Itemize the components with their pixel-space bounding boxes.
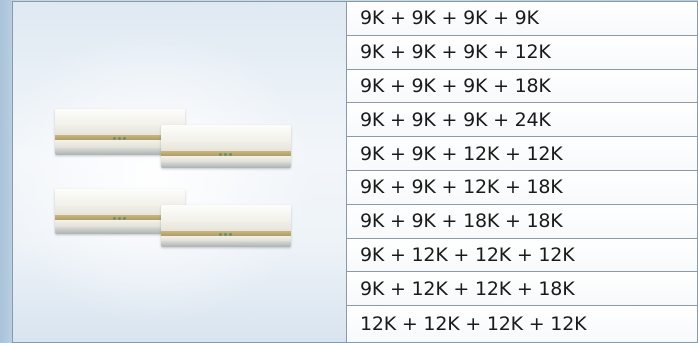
combination-row: 9K + 12K + 12K + 18K [347,272,697,307]
combination-row: 9K + 9K + 9K + 9K [347,2,697,36]
combination-list: 9K + 9K + 9K + 9K 9K + 9K + 9K + 12K 9K … [347,2,697,342]
combination-table: 9K + 9K + 9K + 9K 9K + 9K + 9K + 12K 9K … [12,1,698,343]
air-conditioner-unit-image [161,125,291,168]
combination-row: 12K + 12K + 12K + 12K [347,306,697,342]
combination-row: 9K + 9K + 9K + 18K [347,69,697,104]
combination-row: 9K + 9K + 9K + 24K [347,103,697,138]
combination-row: 9K + 9K + 9K + 12K [347,35,697,70]
air-conditioner-unit-image [161,205,291,247]
combination-row: 9K + 9K + 12K + 18K [347,170,697,205]
product-image-cell [13,2,347,342]
combination-row: 9K + 9K + 18K + 18K [347,204,697,239]
combination-row: 9K + 12K + 12K + 12K [347,238,697,273]
combination-row: 9K + 9K + 12K + 12K [347,137,697,171]
